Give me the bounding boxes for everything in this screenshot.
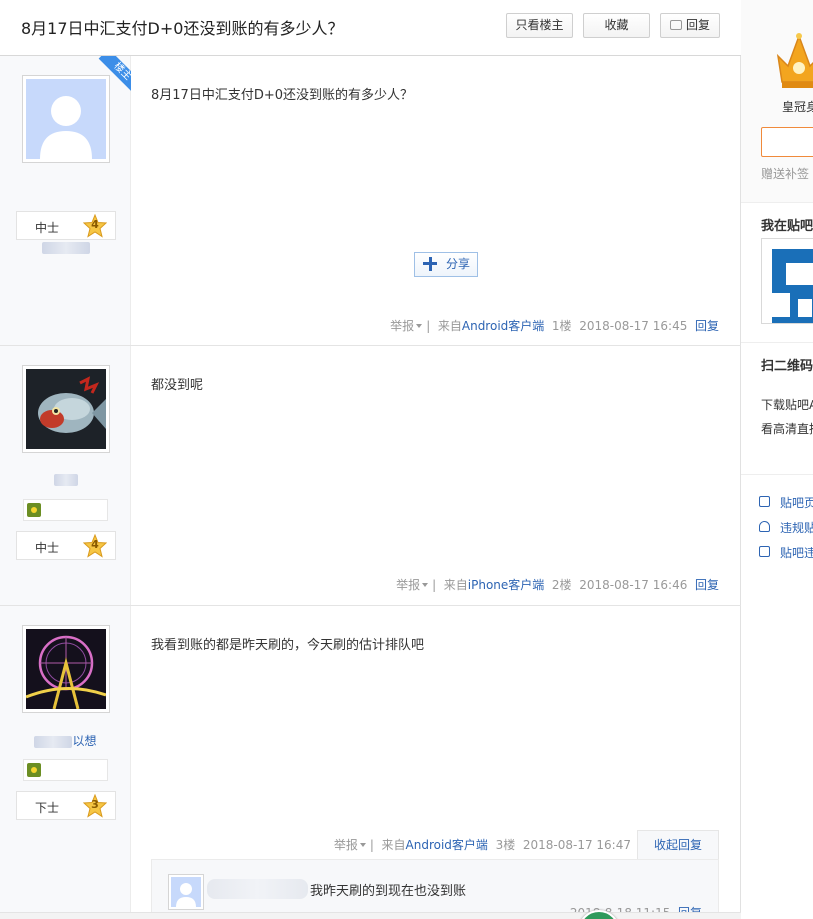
sidebar-link-1[interactable]: 贴吧页 [780, 494, 813, 511]
member-badge-icon [27, 763, 41, 777]
member-badge-row[interactable] [23, 499, 108, 521]
ferris-wheel-avatar-image [26, 629, 106, 709]
report-link[interactable]: 举报 [396, 578, 420, 592]
floor-number: 2楼 [551, 578, 572, 592]
share-label: 分享 [446, 257, 471, 271]
post-source: 来自Android客户端 [381, 838, 488, 852]
reply-button[interactable]: 回复 [660, 13, 720, 38]
thread-title: 8月17日中汇支付D+0还没到账的有多少人？ [21, 19, 344, 38]
client-link[interactable]: Android客户端 [406, 838, 488, 852]
reply-button-label: 回复 [685, 18, 710, 32]
share-plus-icon [423, 257, 437, 271]
member-badge-row[interactable] [23, 759, 108, 781]
fish-avatar-image [26, 369, 106, 449]
member-badge-icon [27, 503, 41, 517]
username-blurred [41, 241, 90, 254]
username[interactable] [0, 240, 131, 254]
qr-line-1: 下载贴吧A [761, 398, 813, 412]
post-author-panel: 以想 下士 3 [0, 606, 131, 919]
crown-icon [776, 33, 813, 88]
username-blurred [53, 473, 78, 486]
username[interactable] [0, 472, 131, 486]
sub-reply-avatar[interactable] [168, 874, 204, 910]
sub-reply-list: 我昨天刷的到现在也没到账 2018-8-18 11:15 回复 [151, 859, 719, 919]
username-blurred [34, 735, 73, 748]
sidebar-links-section: 贴吧页 违规贴 贴吧违 [741, 475, 813, 605]
my-bar-title: 我在贴吧 [761, 219, 813, 234]
floor-number: 3楼 [495, 838, 516, 852]
comment-icon [669, 20, 682, 30]
op-badge: 楼主 [94, 56, 131, 93]
level-number: 4 [91, 538, 99, 551]
sidebar-qr-section: 扫二维码 下载贴吧A 看高清直播 [741, 343, 813, 475]
post-meta: 举报 | 来自Android客户端 3楼 2018-08-17 16:47 [333, 838, 631, 852]
qr-title: 扫二维码 [761, 359, 813, 374]
post-time: 2018-08-17 16:46 [579, 578, 688, 592]
favorite-button[interactable]: 收藏 [583, 13, 650, 38]
user-level[interactable]: 中士 4 [16, 531, 116, 560]
sidebar-link-3[interactable]: 贴吧违 [780, 544, 813, 561]
avatar[interactable] [22, 625, 110, 713]
post-source: 来自iPhone客户端 [443, 578, 545, 592]
report-link[interactable]: 举报 [390, 319, 414, 333]
edit-icon [759, 496, 770, 507]
level-name: 中士 [35, 541, 60, 555]
sub-reply-text: 我昨天刷的到现在也没到账 [310, 884, 467, 899]
trash-icon [759, 546, 770, 557]
post-content: 8月17日中汇支付D+0还没到账的有多少人？ [151, 88, 413, 103]
level-number: 3 [91, 798, 99, 811]
default-avatar-icon [171, 877, 201, 907]
post-author-panel: 中士 4 [0, 346, 131, 605]
post-author-panel: 中士 4 [0, 56, 131, 345]
report-link[interactable]: 举报 [334, 838, 358, 852]
caret-down-icon[interactable] [359, 843, 366, 847]
share-button[interactable]: 分享 [414, 252, 478, 277]
client-link[interactable]: iPhone客户端 [468, 578, 545, 592]
sidebar-my-bar-section: 我在贴吧 [741, 203, 813, 343]
qr-line-2: 看高清直播 [761, 422, 813, 436]
thread-header: 8月17日中汇支付D+0还没到账的有多少人？ 只看楼主 收藏 回复 [0, 0, 741, 56]
user-level[interactable]: 下士 3 [16, 791, 116, 820]
post-floor-1: 中士 4 楼主 8月17日中汇支付D+0还没到账的有多少人？ 分享 举报 | 来自… [0, 56, 741, 346]
client-link[interactable]: Android客户端 [462, 319, 544, 333]
sign-input[interactable] [761, 127, 813, 157]
op-badge-label: 楼主 [98, 56, 131, 93]
level-name: 中士 [35, 221, 60, 235]
user-level[interactable]: 中士 4 [16, 211, 116, 240]
sidebar-link-2[interactable]: 违规贴 [780, 519, 813, 536]
post-meta: 举报 | 来自iPhone客户端 2楼 2018-08-17 16:46 回复 [396, 578, 719, 592]
sub-reply-username-blurred[interactable] [207, 879, 308, 899]
report-icon [759, 521, 770, 532]
post-floor-2: 中士 4 都没到呢 举报 | 来自iPhone客户端 2楼 2018-08-17 … [0, 346, 741, 606]
post-meta: 举报 | 来自Android客户端 1楼 2018-08-17 16:45 回复 [390, 319, 719, 333]
username-suffix: 以想 [72, 734, 97, 748]
post-floor-3: 以想 下士 3 我看到账的都是昨天刷的，今天刷的估计排队吧 举报 | 来自Andr… [0, 606, 741, 919]
fold-replies-button[interactable]: 收起回复 [637, 830, 719, 860]
avatar[interactable] [22, 365, 110, 453]
sidebar-member-section: 皇冠身 赠送补签 [741, 0, 813, 203]
level-number: 4 [91, 218, 99, 231]
post-content: 我看到账的都是昨天刷的，今天刷的估计排队吧 [151, 638, 425, 653]
post-content: 都没到呢 [151, 378, 204, 393]
level-name: 下士 [35, 801, 60, 815]
post-reply-link[interactable]: 回复 [695, 578, 719, 592]
right-sidebar: 皇冠身 赠送补签 我在贴吧 扫二维码 下载贴吧A 看高清直播 贴吧页 违规贴 贴… [741, 0, 813, 919]
username[interactable]: 以想 [0, 732, 131, 749]
only-op-button[interactable]: 只看楼主 [506, 13, 573, 38]
caret-down-icon[interactable] [422, 583, 429, 587]
post-time: 2018-08-17 16:47 [522, 838, 631, 852]
thread-main: 8月17日中汇支付D+0还没到账的有多少人？ 只看楼主 收藏 回复 中士 4 楼… [0, 0, 741, 919]
post-time: 2018-08-17 16:45 [579, 319, 688, 333]
bar-logo-image [762, 239, 813, 323]
bar-thumbnail[interactable] [761, 238, 813, 324]
caret-down-icon[interactable] [416, 324, 423, 328]
post-source: 来自Android客户端 [437, 319, 545, 333]
post-reply-link[interactable]: 回复 [695, 319, 719, 333]
crown-label: 皇冠身 [782, 100, 813, 114]
sign-text: 赠送补签 [761, 167, 810, 181]
bottom-bar [0, 912, 741, 919]
floor-number: 1楼 [551, 319, 572, 333]
